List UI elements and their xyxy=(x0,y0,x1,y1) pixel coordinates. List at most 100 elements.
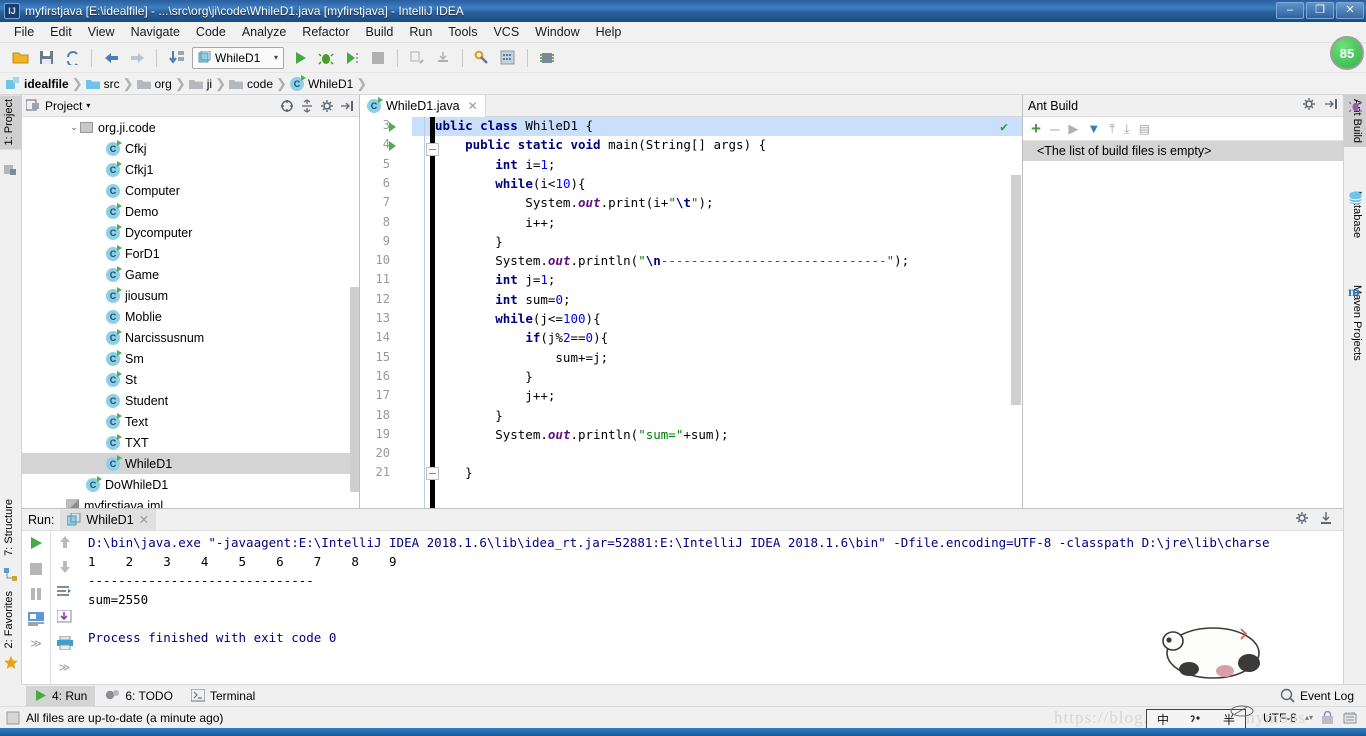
menu-edit[interactable]: Edit xyxy=(42,23,80,41)
properties-icon[interactable]: ▤ xyxy=(1139,122,1150,136)
compile-icon[interactable] xyxy=(164,46,188,70)
memory-icon[interactable] xyxy=(1342,711,1358,725)
sync-refresh-icon[interactable] xyxy=(60,46,84,70)
scroll-to-end-icon[interactable] xyxy=(56,609,73,628)
project-tree[interactable]: ⌄ org.ji.code C Cfkj C Cfkj1 C Computer … xyxy=(22,117,359,508)
breadcrumb-item-org[interactable]: org xyxy=(136,77,175,91)
breadcrumb-item-src[interactable]: src xyxy=(85,77,123,91)
menu-run[interactable]: Run xyxy=(401,23,440,41)
tree-item-computer[interactable]: C Computer xyxy=(22,180,359,201)
sidebar-item-favorites[interactable]: 2: Favorites xyxy=(0,587,22,652)
scroll-up-icon[interactable] xyxy=(58,535,72,552)
menu-build[interactable]: Build xyxy=(358,23,402,41)
bottom-tab-todo[interactable]: 6: TODO xyxy=(97,686,181,706)
encoding-chevron-icon[interactable]: ▴▾ xyxy=(1305,713,1313,722)
back-arrow-icon[interactable] xyxy=(99,46,123,70)
add-icon[interactable]: + xyxy=(1031,120,1041,137)
run-configuration-selector[interactable]: WhileD1 ▾ xyxy=(192,46,284,69)
menu-file[interactable]: File xyxy=(6,23,42,41)
save-all-icon[interactable] xyxy=(34,46,58,70)
chevron-down-icon[interactable]: ▾ xyxy=(86,101,90,110)
breadcrumb-item-idealfile[interactable]: idealfile xyxy=(6,77,72,91)
debug-icon[interactable] xyxy=(314,46,338,70)
menu-view[interactable]: View xyxy=(80,23,123,41)
tree-item-st[interactable]: C St xyxy=(22,369,359,390)
encoding-label[interactable]: UTF-8 xyxy=(1263,711,1297,725)
tree-item-package[interactable]: ⌄ org.ji.code xyxy=(22,117,359,138)
tree-item-jiousum[interactable]: C jiousum xyxy=(22,285,359,306)
menu-tools[interactable]: Tools xyxy=(440,23,485,41)
more-icon[interactable]: ≫ xyxy=(30,637,42,650)
close-button[interactable]: ✕ xyxy=(1336,2,1364,19)
menu-vcs[interactable]: VCS xyxy=(485,23,527,41)
breadcrumb-item-whiled1[interactable]: C WhileD1 xyxy=(289,74,356,91)
ime-indicator[interactable]: 中 半 xyxy=(1146,705,1254,730)
fold-marker-class-end[interactable] xyxy=(426,467,439,480)
menu-refactor[interactable]: Refactor xyxy=(294,23,357,41)
gutter-run-icon[interactable] xyxy=(389,122,396,132)
editor-scrollbar-track[interactable] xyxy=(1010,137,1022,508)
tree-item-txt[interactable]: C TXT xyxy=(22,432,359,453)
tree-item-sm[interactable]: C Sm xyxy=(22,348,359,369)
more-icon[interactable]: ≫ xyxy=(59,661,71,674)
minimize-button[interactable]: – xyxy=(1276,2,1304,19)
tree-item-student[interactable]: C Student xyxy=(22,390,359,411)
tree-item-narcissusnum[interactable]: C Narcissusnum xyxy=(22,327,359,348)
collapse-all-icon[interactable]: ⤓ xyxy=(1124,121,1130,137)
tree-item-dycomputer[interactable]: C Dycomputer xyxy=(22,222,359,243)
tree-item-dowhiled1[interactable]: C DoWhileD1 xyxy=(22,474,359,495)
tree-item-moblie[interactable]: C Moblie xyxy=(22,306,359,327)
expand-all-icon[interactable]: ⤒ xyxy=(1109,121,1115,137)
editor-scrollbar-thumb[interactable] xyxy=(1011,175,1021,405)
breadcrumb-item-ji[interactable]: ji xyxy=(188,77,215,91)
console-view-icon[interactable] xyxy=(28,612,44,629)
soft-wrap-icon[interactable] xyxy=(57,585,72,602)
bottom-tab-run[interactable]: 4: Run xyxy=(26,685,96,706)
gear-icon[interactable] xyxy=(319,98,335,114)
gear-icon[interactable] xyxy=(1302,97,1316,114)
tree-item-cfkj1[interactable]: C Cfkj1 xyxy=(22,159,359,180)
forward-arrow-icon[interactable] xyxy=(125,46,149,70)
hide-panel-icon[interactable] xyxy=(339,98,355,114)
fold-marker-method[interactable] xyxy=(426,143,439,156)
close-icon[interactable]: ✕ xyxy=(139,512,149,527)
lock-icon[interactable] xyxy=(1321,710,1334,725)
sidebar-item-project[interactable]: 1: Project xyxy=(0,95,22,150)
ime-language[interactable]: 中 xyxy=(1157,711,1169,728)
open-folder-icon[interactable] xyxy=(8,46,32,70)
menu-navigate[interactable]: Navigate xyxy=(123,23,188,41)
hide-panel-icon[interactable] xyxy=(1319,511,1333,528)
event-log-button[interactable]: Event Log xyxy=(1280,688,1366,703)
editor-gutter[interactable]: 3 4 5 6 7 8 9 10 11 12 13 14 15 16 17 18 19 20 21 xyxy=(360,117,412,508)
gear-icon[interactable] xyxy=(1295,511,1309,528)
hide-panel-icon[interactable] xyxy=(1324,97,1338,114)
gutter-run-icon[interactable] xyxy=(389,141,396,151)
editor-tab-whiled1[interactable]: C WhileD1.java ✕ xyxy=(360,94,486,117)
tree-item-cfkj[interactable]: C Cfkj xyxy=(22,138,359,159)
tree-item-iml[interactable]: myfirstjava.iml xyxy=(22,495,359,508)
notification-badge[interactable]: 85 xyxy=(1330,36,1364,70)
scroll-down-icon[interactable] xyxy=(58,560,72,577)
run-tab-whiled1[interactable]: WhileD1 ✕ xyxy=(60,508,157,531)
expand-collapse-icon[interactable] xyxy=(299,98,315,114)
code-editor[interactable]: 3 4 5 6 7 8 9 10 11 12 13 14 15 16 17 18 19 20 21 ublic cl… xyxy=(360,117,1022,508)
menu-help[interactable]: Help xyxy=(588,23,630,41)
chevron-down-icon[interactable]: ▾ xyxy=(274,53,278,62)
run-icon[interactable] xyxy=(288,46,312,70)
filter-icon[interactable]: ▼ xyxy=(1087,121,1100,136)
ime-punctuation-icon[interactable] xyxy=(1189,714,1203,726)
sidebar-item-structure[interactable]: 7: Structure xyxy=(0,495,22,560)
menu-analyze[interactable]: Analyze xyxy=(234,23,294,41)
menu-code[interactable]: Code xyxy=(188,23,234,41)
maximize-button[interactable]: ❐ xyxy=(1306,2,1334,19)
print-icon[interactable] xyxy=(56,635,73,653)
sdk-manager-icon[interactable] xyxy=(535,46,559,70)
menu-window[interactable]: Window xyxy=(527,23,587,41)
project-tree-scrollbar[interactable] xyxy=(350,287,359,492)
settings-wrench-icon[interactable] xyxy=(470,46,494,70)
chevron-down-icon[interactable]: ⌄ xyxy=(68,122,80,133)
rerun-icon[interactable] xyxy=(28,535,44,554)
breadcrumb-item-code[interactable]: code xyxy=(229,77,276,91)
tree-item-ford1[interactable]: C ForD1 xyxy=(22,243,359,264)
tree-item-text[interactable]: C Text xyxy=(22,411,359,432)
